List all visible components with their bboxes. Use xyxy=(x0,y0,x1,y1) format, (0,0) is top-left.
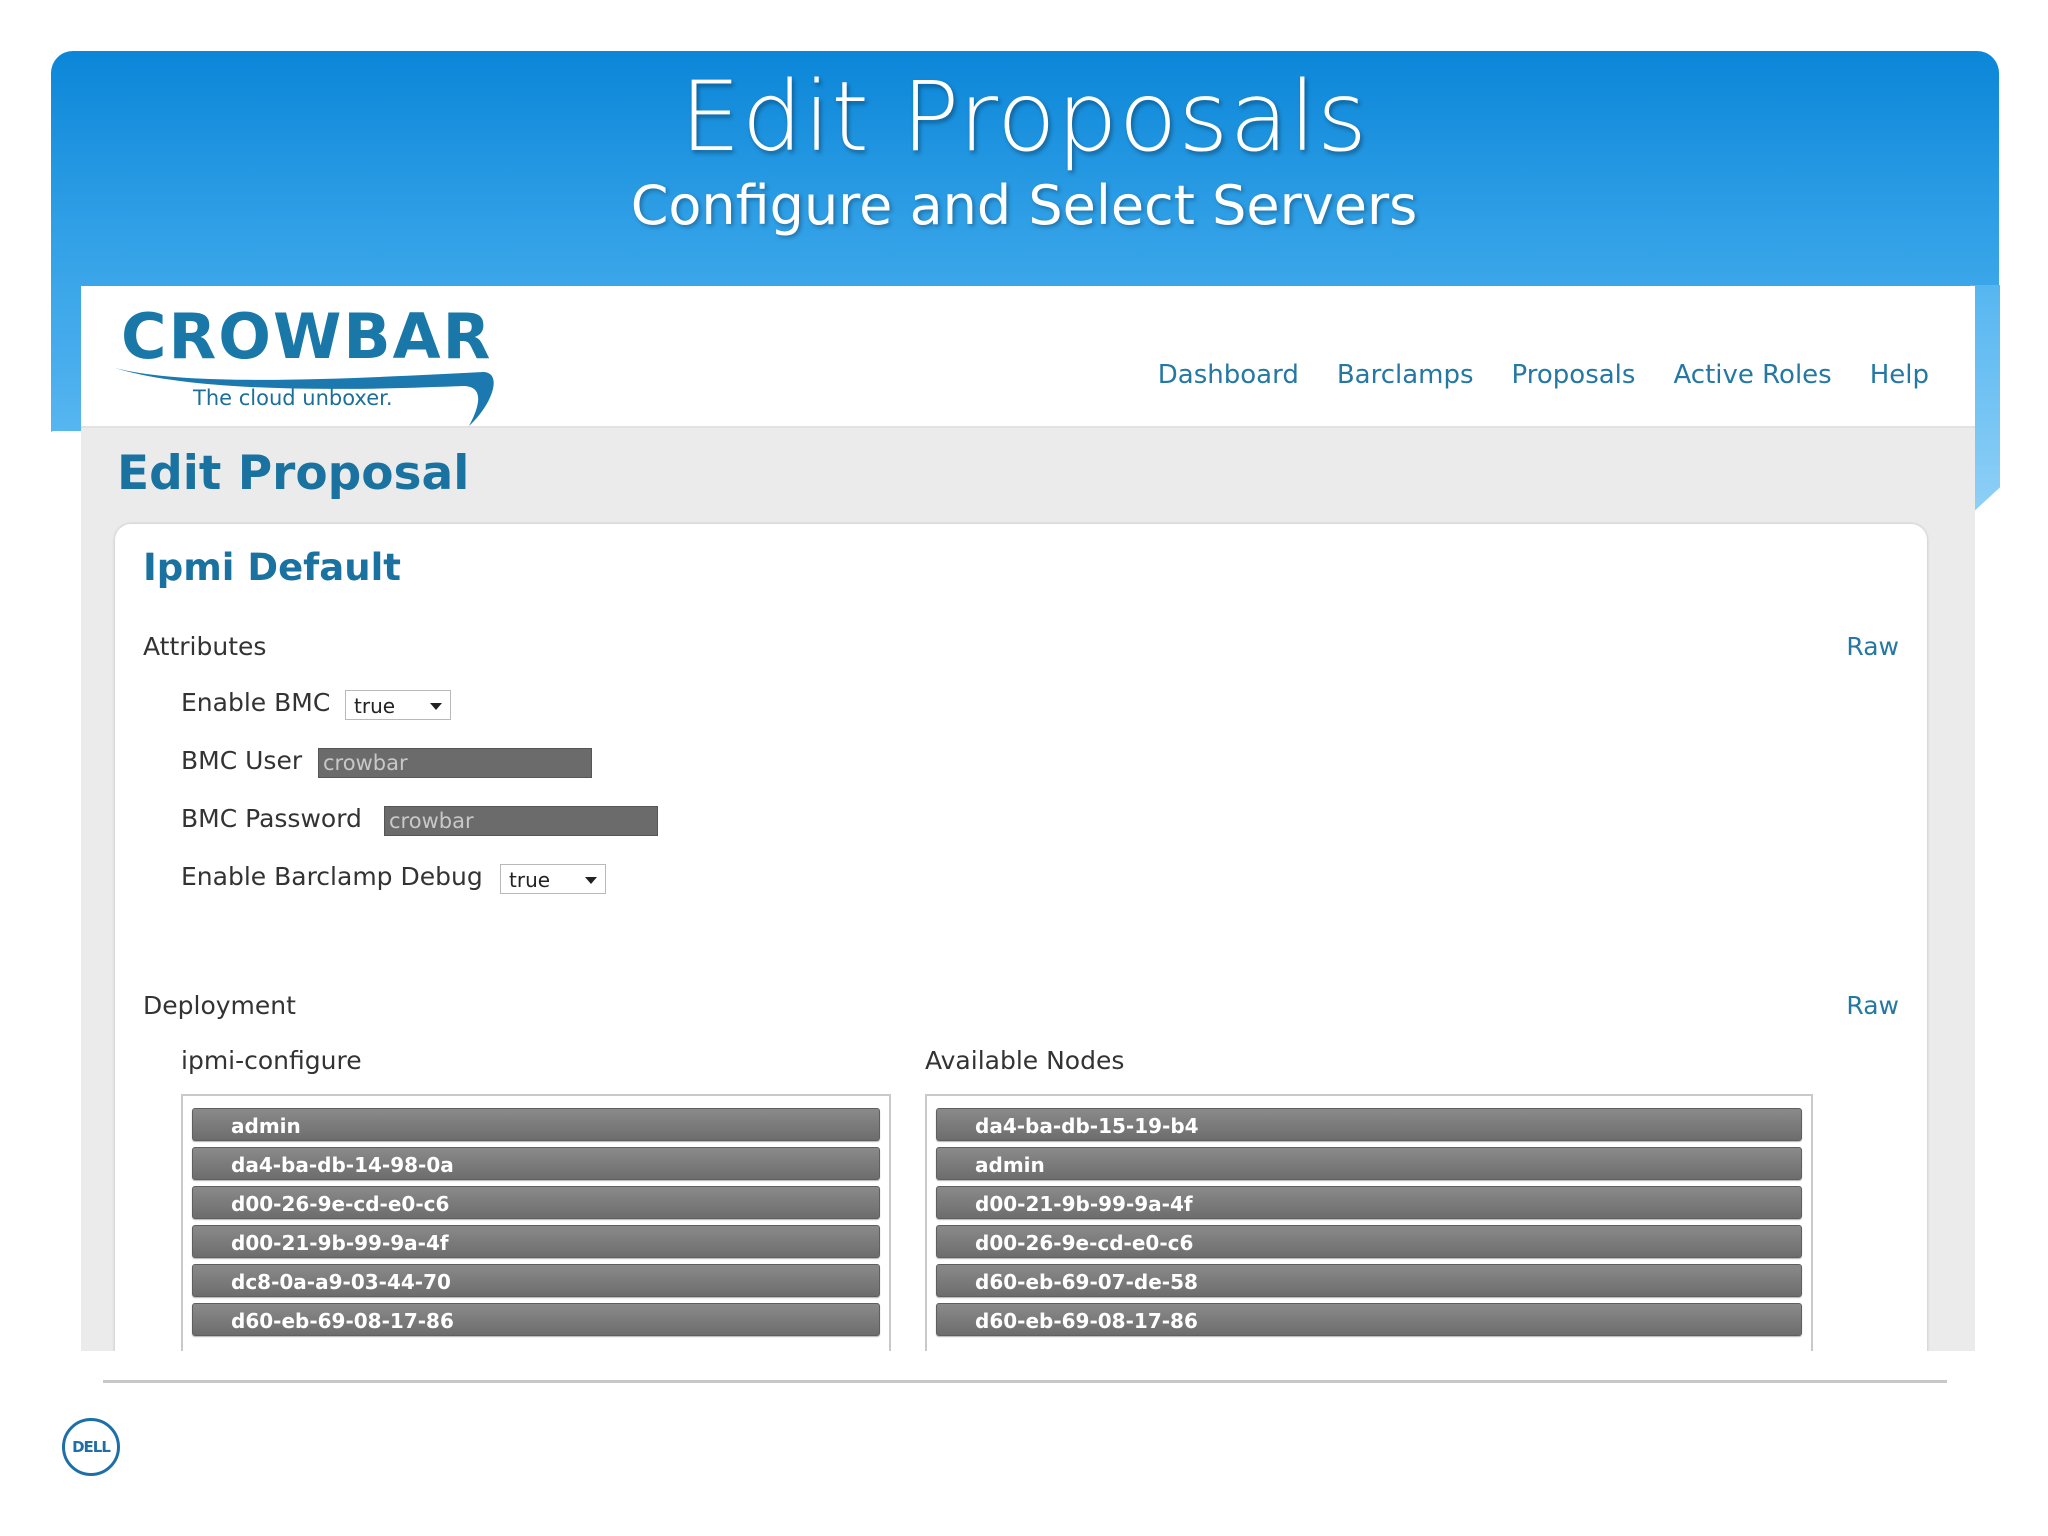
role-column-label: ipmi-configure xyxy=(181,1046,362,1075)
dell-logo-text: DELL xyxy=(72,1438,111,1456)
enable-debug-label: Enable Barclamp Debug xyxy=(181,862,483,891)
deployment-label: Deployment xyxy=(143,991,296,1020)
enable-bmc-label: Enable BMC xyxy=(181,688,331,717)
chevron-down-icon xyxy=(430,703,442,710)
list-item[interactable]: d00-26-9e-cd-e0-c6 xyxy=(192,1186,880,1219)
enable-debug-select[interactable]: true xyxy=(500,864,606,894)
slide-subtitle: Configure and Select Servers xyxy=(630,174,1418,237)
attributes-label: Attributes xyxy=(143,632,267,661)
crowbar-logo[interactable]: CROWBAR The cloud unboxer. xyxy=(111,300,494,426)
available-node-list[interactable]: da4-ba-db-15-19-b4 admin d00-21-9b-99-9a… xyxy=(925,1094,1813,1351)
list-item[interactable]: da4-ba-db-15-19-b4 xyxy=(936,1108,1802,1141)
chevron-down-icon xyxy=(585,877,597,884)
nav-proposals[interactable]: Proposals xyxy=(1512,360,1636,390)
enable-bmc-select[interactable]: true xyxy=(345,690,451,720)
list-item[interactable]: d60-eb-69-08-17-86 xyxy=(192,1303,880,1336)
nav-dashboard[interactable]: Dashboard xyxy=(1158,360,1299,390)
slide-title: Edit Proposals xyxy=(680,61,1368,173)
list-item[interactable]: d60-eb-69-08-17-86 xyxy=(936,1303,1802,1336)
list-item[interactable]: da4-ba-db-14-98-0a xyxy=(192,1147,880,1180)
panel-title: Ipmi Default xyxy=(143,546,401,589)
enable-debug-value: true xyxy=(509,868,551,892)
list-item[interactable]: admin xyxy=(936,1147,1802,1180)
bmc-user-label: BMC User xyxy=(181,746,303,775)
app-header: CROWBAR The cloud unboxer. Dashboard Bar… xyxy=(81,286,1975,428)
nav-barclamps[interactable]: Barclamps xyxy=(1337,360,1474,390)
list-item[interactable]: dc8-0a-a9-03-44-70 xyxy=(192,1264,880,1297)
list-item[interactable]: admin xyxy=(192,1108,880,1141)
available-nodes-label: Available Nodes xyxy=(925,1046,1125,1075)
attributes-raw-link[interactable]: Raw xyxy=(1846,632,1899,661)
list-item[interactable]: d60-eb-69-07-de-58 xyxy=(936,1264,1802,1297)
main-nav: Dashboard Barclamps Proposals Active Rol… xyxy=(1158,360,1929,390)
deployment-raw-link[interactable]: Raw xyxy=(1846,991,1899,1020)
logo-tagline: The cloud unboxer. xyxy=(193,386,393,410)
proposal-panel: Ipmi Default Attributes Raw Enable BMC t… xyxy=(115,524,1927,1351)
footer-divider xyxy=(103,1380,1947,1383)
bmc-password-label: BMC Password xyxy=(181,804,362,833)
crowbar-screenshot: CROWBAR The cloud unboxer. Dashboard Bar… xyxy=(81,286,1975,1351)
bmc-user-input[interactable]: crowbar xyxy=(318,748,592,778)
list-item[interactable]: d00-21-9b-99-9a-4f xyxy=(936,1186,1802,1219)
list-item[interactable]: d00-26-9e-cd-e0-c6 xyxy=(936,1225,1802,1258)
page-title: Edit Proposal xyxy=(117,446,470,501)
nav-help[interactable]: Help xyxy=(1870,360,1929,390)
enable-bmc-value: true xyxy=(354,694,396,718)
nav-active-roles[interactable]: Active Roles xyxy=(1673,360,1831,390)
role-node-list[interactable]: admin da4-ba-db-14-98-0a d00-26-9e-cd-e0… xyxy=(181,1094,891,1351)
list-item[interactable]: d00-21-9b-99-9a-4f xyxy=(192,1225,880,1258)
dell-logo: DELL xyxy=(62,1418,120,1476)
bmc-password-input[interactable]: crowbar xyxy=(384,806,658,836)
